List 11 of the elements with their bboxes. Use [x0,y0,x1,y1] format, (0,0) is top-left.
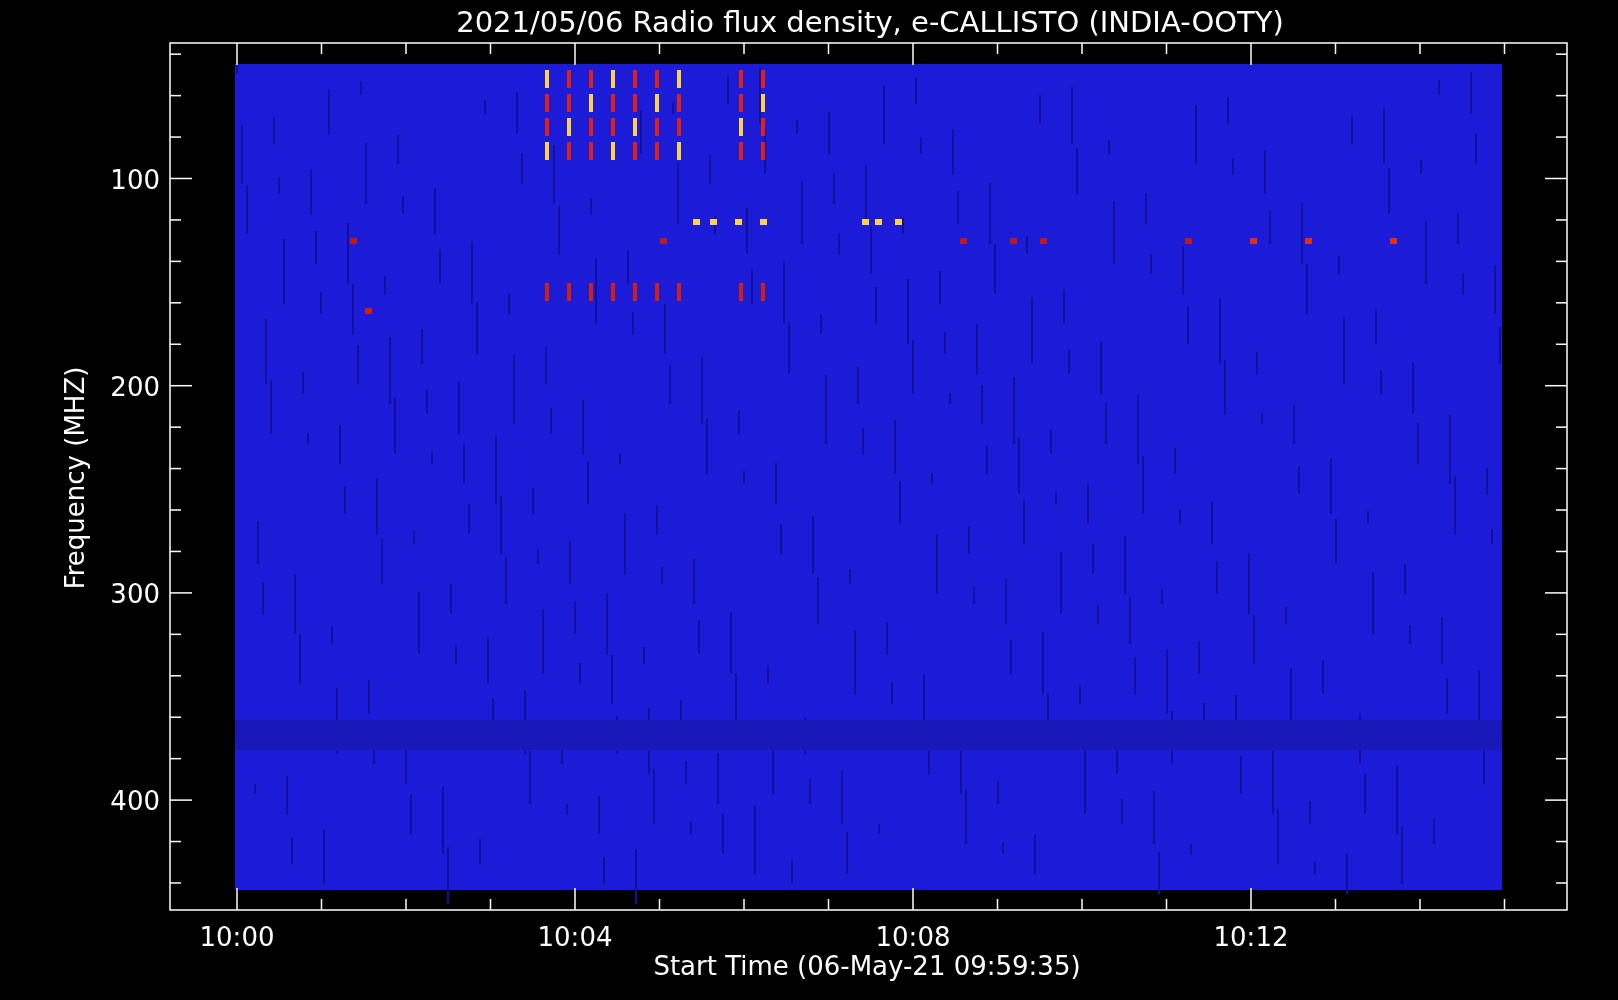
y-tick-label: 200 [110,371,160,402]
x-tick-label: 10:04 [537,922,613,952]
x-tick-label: 10:00 [199,922,275,952]
y-tick-label: 300 [110,578,160,609]
y-axis-label: Frequency (MHZ) [60,366,90,590]
y-tick-label: 100 [110,164,160,195]
x-tick-label: 10:08 [875,922,951,952]
x-tick-label: 10:12 [1213,922,1289,952]
x-axis-label: Start Time (06-May-21 09:59:35) [653,951,1081,981]
chart-title: 2021/05/06 Radio flux density, e-CALLISTO (INDIA-OOTY) [456,5,1284,39]
y-tick-label: 400 [110,786,160,817]
